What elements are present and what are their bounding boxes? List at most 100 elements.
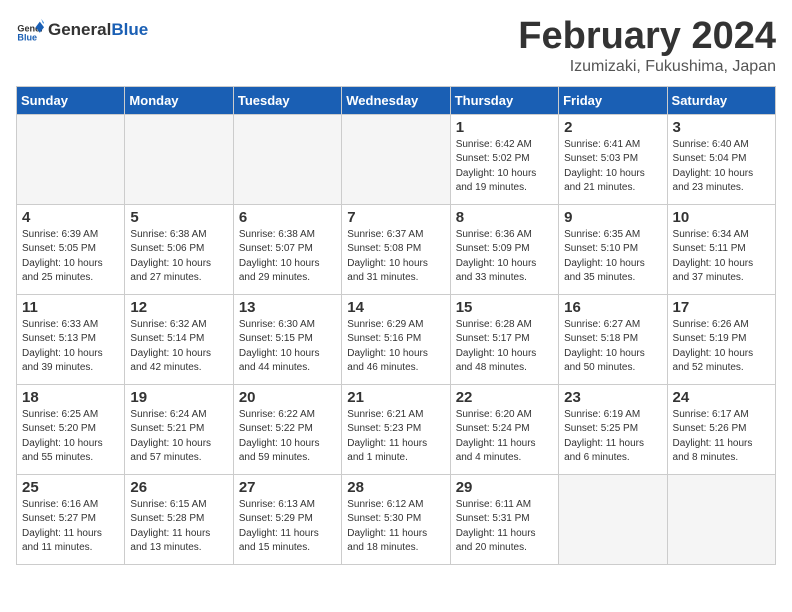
day-number: 5 — [130, 209, 227, 226]
day-number: 22 — [456, 389, 553, 406]
calendar-cell: 7Sunrise: 6:37 AMSunset: 5:08 PMDaylight… — [342, 204, 450, 294]
day-number: 29 — [456, 479, 553, 496]
calendar-cell — [17, 114, 125, 204]
logo-blue-text: Blue — [111, 20, 148, 40]
day-number: 25 — [22, 479, 119, 496]
day-info: Sunrise: 6:30 AMSunset: 5:15 PMDaylight:… — [239, 318, 336, 376]
day-number: 28 — [347, 479, 444, 496]
day-info: Sunrise: 6:42 AMSunset: 5:02 PMDaylight:… — [456, 138, 553, 196]
calendar-cell: 15Sunrise: 6:28 AMSunset: 5:17 PMDayligh… — [450, 294, 558, 384]
day-number: 24 — [673, 389, 770, 406]
day-number: 7 — [347, 209, 444, 226]
day-info: Sunrise: 6:25 AMSunset: 5:20 PMDaylight:… — [22, 408, 119, 466]
day-number: 4 — [22, 209, 119, 226]
calendar-cell: 5 Sunrise: 6:38 AMSunset: 5:06 PMDaylight… — [125, 204, 233, 294]
day-info: Sunrise: 6:17 AMSunset: 5:26 PMDaylight:… — [673, 408, 770, 466]
day-info: Sunrise: 6:40 AMSunset: 5:04 PMDaylight:… — [673, 138, 770, 196]
day-number: 10 — [673, 209, 770, 226]
calendar-cell: 19 Sunrise: 6:24 AMSunset: 5:21 PMDayligh… — [125, 384, 233, 474]
calendar-cell: 26 Sunrise: 6:15 AMSunset: 5:28 PMDayligh… — [125, 474, 233, 564]
calendar-cell: 16Sunrise: 6:27 AMSunset: 5:18 PMDayligh… — [559, 294, 667, 384]
calendar-cell: 23 Sunrise: 6:19 AMSunset: 5:25 PMDayligh… — [559, 384, 667, 474]
calendar-cell: 21 Sunrise: 6:21 AMSunset: 5:23 PMDayligh… — [342, 384, 450, 474]
day-number: 12 — [130, 299, 227, 316]
day-number: 26 — [130, 479, 227, 496]
day-number: 21 — [347, 389, 444, 406]
day-info: Sunrise: 6:38 AMSunset: 5:07 PMDaylight:… — [239, 228, 336, 286]
day-info: Sunrise: 6:20 AMSunset: 5:24 PMDaylight:… — [456, 408, 553, 466]
calendar-cell: 8 Sunrise: 6:36 AMSunset: 5:09 PMDaylight… — [450, 204, 558, 294]
week-row-4: 18 Sunrise: 6:25 AMSunset: 5:20 PMDayligh… — [17, 384, 776, 474]
header-row: SundayMondayTuesdayWednesdayThursdayFrid… — [17, 86, 776, 114]
day-number: 11 — [22, 299, 119, 316]
calendar-cell: 1 Sunrise: 6:42 AMSunset: 5:02 PMDaylight… — [450, 114, 558, 204]
week-row-2: 4 Sunrise: 6:39 AMSunset: 5:05 PMDaylight… — [17, 204, 776, 294]
calendar-cell: 12 Sunrise: 6:32 AMSunset: 5:14 PMDayligh… — [125, 294, 233, 384]
calendar-cell: 18 Sunrise: 6:25 AMSunset: 5:20 PMDayligh… — [17, 384, 125, 474]
day-info: Sunrise: 6:21 AMSunset: 5:23 PMDaylight:… — [347, 408, 444, 466]
column-header-tuesday: Tuesday — [233, 86, 341, 114]
day-number: 3 — [673, 119, 770, 136]
day-number: 8 — [456, 209, 553, 226]
day-number: 16 — [564, 299, 661, 316]
day-info: Sunrise: 6:38 AMSunset: 5:06 PMDaylight:… — [130, 228, 227, 286]
day-info: Sunrise: 6:33 AMSunset: 5:13 PMDaylight:… — [22, 318, 119, 376]
day-info: Sunrise: 6:35 AMSunset: 5:10 PMDaylight:… — [564, 228, 661, 286]
week-row-5: 25 Sunrise: 6:16 AMSunset: 5:27 PMDayligh… — [17, 474, 776, 564]
day-info: Sunrise: 6:34 AMSunset: 5:11 PMDaylight:… — [673, 228, 770, 286]
calendar-cell: 10 Sunrise: 6:34 AMSunset: 5:11 PMDayligh… — [667, 204, 775, 294]
column-header-sunday: Sunday — [17, 86, 125, 114]
day-number: 17 — [673, 299, 770, 316]
calendar-cell: 22 Sunrise: 6:20 AMSunset: 5:24 PMDayligh… — [450, 384, 558, 474]
svg-text:Blue: Blue — [17, 33, 37, 43]
day-info: Sunrise: 6:32 AMSunset: 5:14 PMDaylight:… — [130, 318, 227, 376]
day-number: 15 — [456, 299, 553, 316]
calendar-cell — [233, 114, 341, 204]
calendar-cell: 24 Sunrise: 6:17 AMSunset: 5:26 PMDayligh… — [667, 384, 775, 474]
calendar-cell: 3 Sunrise: 6:40 AMSunset: 5:04 PMDaylight… — [667, 114, 775, 204]
day-info: Sunrise: 6:39 AMSunset: 5:05 PMDaylight:… — [22, 228, 119, 286]
calendar-subtitle: Izumizaki, Fukushima, Japan — [518, 58, 776, 76]
day-info: Sunrise: 6:24 AMSunset: 5:21 PMDaylight:… — [130, 408, 227, 466]
day-info: Sunrise: 6:13 AMSunset: 5:29 PMDaylight:… — [239, 498, 336, 556]
calendar-title: February 2024 — [518, 16, 776, 58]
calendar-cell: 4 Sunrise: 6:39 AMSunset: 5:05 PMDaylight… — [17, 204, 125, 294]
day-info: Sunrise: 6:11 AMSunset: 5:31 PMDaylight:… — [456, 498, 553, 556]
calendar-cell: 13Sunrise: 6:30 AMSunset: 5:15 PMDayligh… — [233, 294, 341, 384]
day-number: 20 — [239, 389, 336, 406]
calendar-cell: 2Sunrise: 6:41 AMSunset: 5:03 PMDaylight… — [559, 114, 667, 204]
calendar-cell: 28 Sunrise: 6:12 AMSunset: 5:30 PMDayligh… — [342, 474, 450, 564]
calendar-cell: 11 Sunrise: 6:33 AMSunset: 5:13 PMDayligh… — [17, 294, 125, 384]
calendar-cell: 27 Sunrise: 6:13 AMSunset: 5:29 PMDayligh… — [233, 474, 341, 564]
column-header-monday: Monday — [125, 86, 233, 114]
calendar-cell: 6 Sunrise: 6:38 AMSunset: 5:07 PMDaylight… — [233, 204, 341, 294]
calendar-table: SundayMondayTuesdayWednesdayThursdayFrid… — [16, 86, 776, 565]
day-info: Sunrise: 6:16 AMSunset: 5:27 PMDaylight:… — [22, 498, 119, 556]
day-number: 19 — [130, 389, 227, 406]
calendar-cell — [667, 474, 775, 564]
day-info: Sunrise: 6:36 AMSunset: 5:09 PMDaylight:… — [456, 228, 553, 286]
column-header-wednesday: Wednesday — [342, 86, 450, 114]
day-number: 18 — [22, 389, 119, 406]
day-info: Sunrise: 6:12 AMSunset: 5:30 PMDaylight:… — [347, 498, 444, 556]
day-number: 9 — [564, 209, 661, 226]
week-row-1: 1 Sunrise: 6:42 AMSunset: 5:02 PMDaylight… — [17, 114, 776, 204]
column-header-saturday: Saturday — [667, 86, 775, 114]
day-number: 27 — [239, 479, 336, 496]
day-info: Sunrise: 6:19 AMSunset: 5:25 PMDaylight:… — [564, 408, 661, 466]
day-info: Sunrise: 6:41 AMSunset: 5:03 PMDaylight:… — [564, 138, 661, 196]
day-number: 6 — [239, 209, 336, 226]
day-number: 1 — [456, 119, 553, 136]
title-area: February 2024 Izumizaki, Fukushima, Japa… — [518, 16, 776, 76]
logo-icon: General Blue — [16, 16, 44, 44]
page-header: General Blue General Blue February 2024 … — [16, 16, 776, 76]
day-info: Sunrise: 6:29 AMSunset: 5:16 PMDaylight:… — [347, 318, 444, 376]
calendar-cell: 25 Sunrise: 6:16 AMSunset: 5:27 PMDayligh… — [17, 474, 125, 564]
calendar-cell: 14Sunrise: 6:29 AMSunset: 5:16 PMDayligh… — [342, 294, 450, 384]
logo: General Blue General Blue — [16, 16, 148, 44]
calendar-cell — [559, 474, 667, 564]
column-header-thursday: Thursday — [450, 86, 558, 114]
calendar-cell: 20Sunrise: 6:22 AMSunset: 5:22 PMDayligh… — [233, 384, 341, 474]
day-number: 23 — [564, 389, 661, 406]
day-info: Sunrise: 6:15 AMSunset: 5:28 PMDaylight:… — [130, 498, 227, 556]
